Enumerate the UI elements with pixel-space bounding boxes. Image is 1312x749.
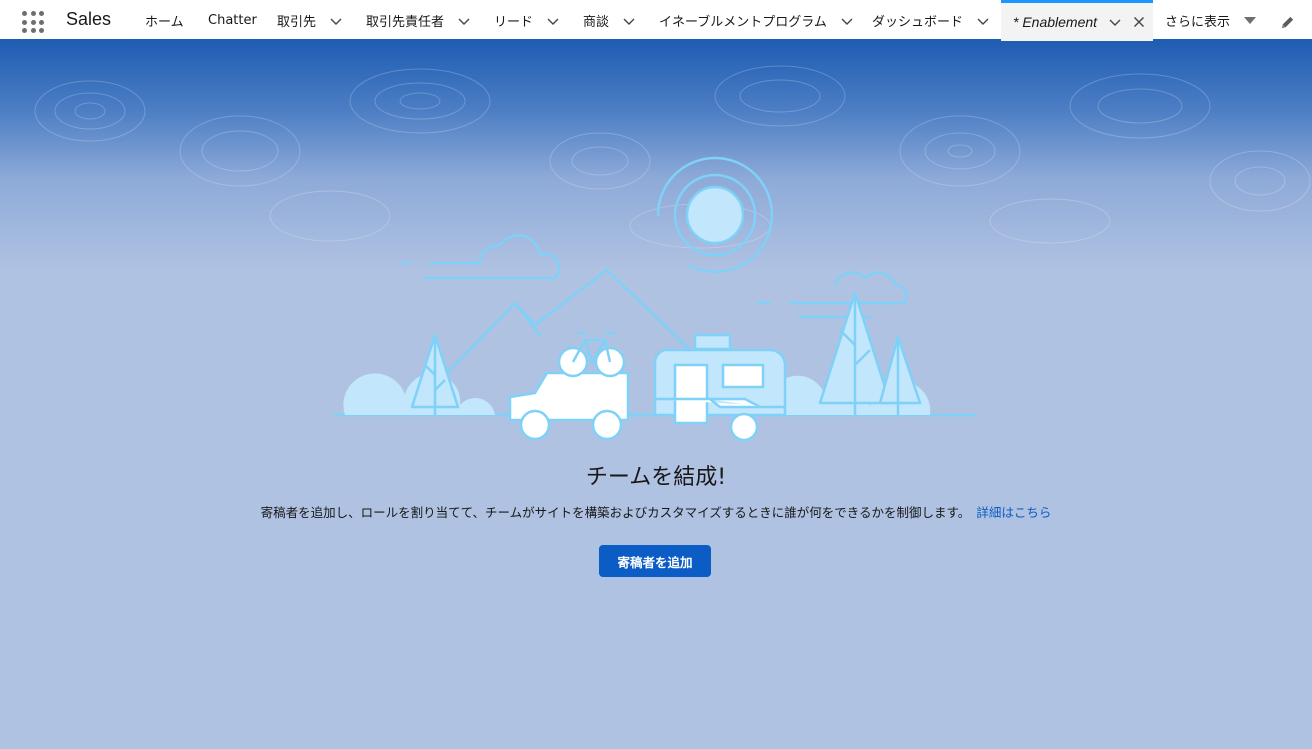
tab-chatter[interactable]: Chatter — [208, 0, 257, 41]
tab-label: Chatter — [208, 13, 257, 28]
description-text: 寄稿者を追加し、ロールを割り当てて、チームがサイトを構築およびカスタマイズすると… — [260, 505, 971, 520]
tab-label: 取引先責任者 — [366, 15, 445, 30]
close-icon[interactable] — [1133, 16, 1145, 28]
chevron-down-icon[interactable] — [458, 15, 470, 27]
tab-label: 取引先 — [277, 15, 317, 30]
tab-home[interactable]: ホーム — [145, 0, 184, 41]
chevron-down-icon[interactable] — [623, 15, 635, 27]
tab-more[interactable]: さらに表示 — [1165, 0, 1257, 41]
tab-contacts[interactable]: 取引先責任者 — [366, 0, 470, 41]
camping-illustration — [333, 156, 977, 442]
tab-label: 商談 — [583, 15, 610, 30]
app-launcher-icon[interactable] — [22, 11, 44, 33]
caret-down-icon — [1244, 17, 1257, 24]
app-name: Sales — [66, 9, 112, 29]
chevron-down-icon[interactable] — [1109, 16, 1121, 28]
add-contributor-button[interactable]: 寄稿者を追加 — [599, 545, 711, 577]
navigation-bar: Sales ホーム Chatter 取引先 取引先責任者 リード 商談 イネーブ… — [0, 0, 1312, 41]
learn-more-link[interactable]: 詳細はこちら — [976, 505, 1051, 520]
tab-accounts[interactable]: 取引先 — [277, 0, 342, 41]
chevron-down-icon[interactable] — [547, 15, 559, 27]
tab-opportunities[interactable]: 商談 — [583, 0, 635, 41]
tab-label: イネーブルメントプログラム — [659, 15, 827, 30]
tab-label: リード — [494, 15, 534, 30]
chevron-down-icon[interactable] — [841, 15, 853, 27]
pencil-icon[interactable] — [1280, 15, 1295, 30]
chevron-down-icon[interactable] — [330, 15, 342, 27]
empty-state-title: チームを結成! — [585, 465, 727, 490]
empty-state-description: 寄稿者を追加し、ロールを割り当てて、チームがサイトを構築およびカスタマイズすると… — [0, 502, 1312, 521]
tab-label: ダッシュボード — [872, 15, 964, 30]
tab-leads[interactable]: リード — [494, 0, 559, 41]
tab-dashboards[interactable]: ダッシュボード — [872, 0, 989, 41]
tab-enablement-active[interactable]: * Enablement — [1001, 0, 1153, 41]
more-label: さらに表示 — [1165, 15, 1231, 30]
chevron-down-icon[interactable] — [977, 15, 989, 27]
tab-label: ホーム — [145, 15, 184, 30]
tab-enablement-programs[interactable]: イネーブルメントプログラム — [659, 0, 853, 41]
tab-label: * Enablement — [1013, 14, 1098, 30]
